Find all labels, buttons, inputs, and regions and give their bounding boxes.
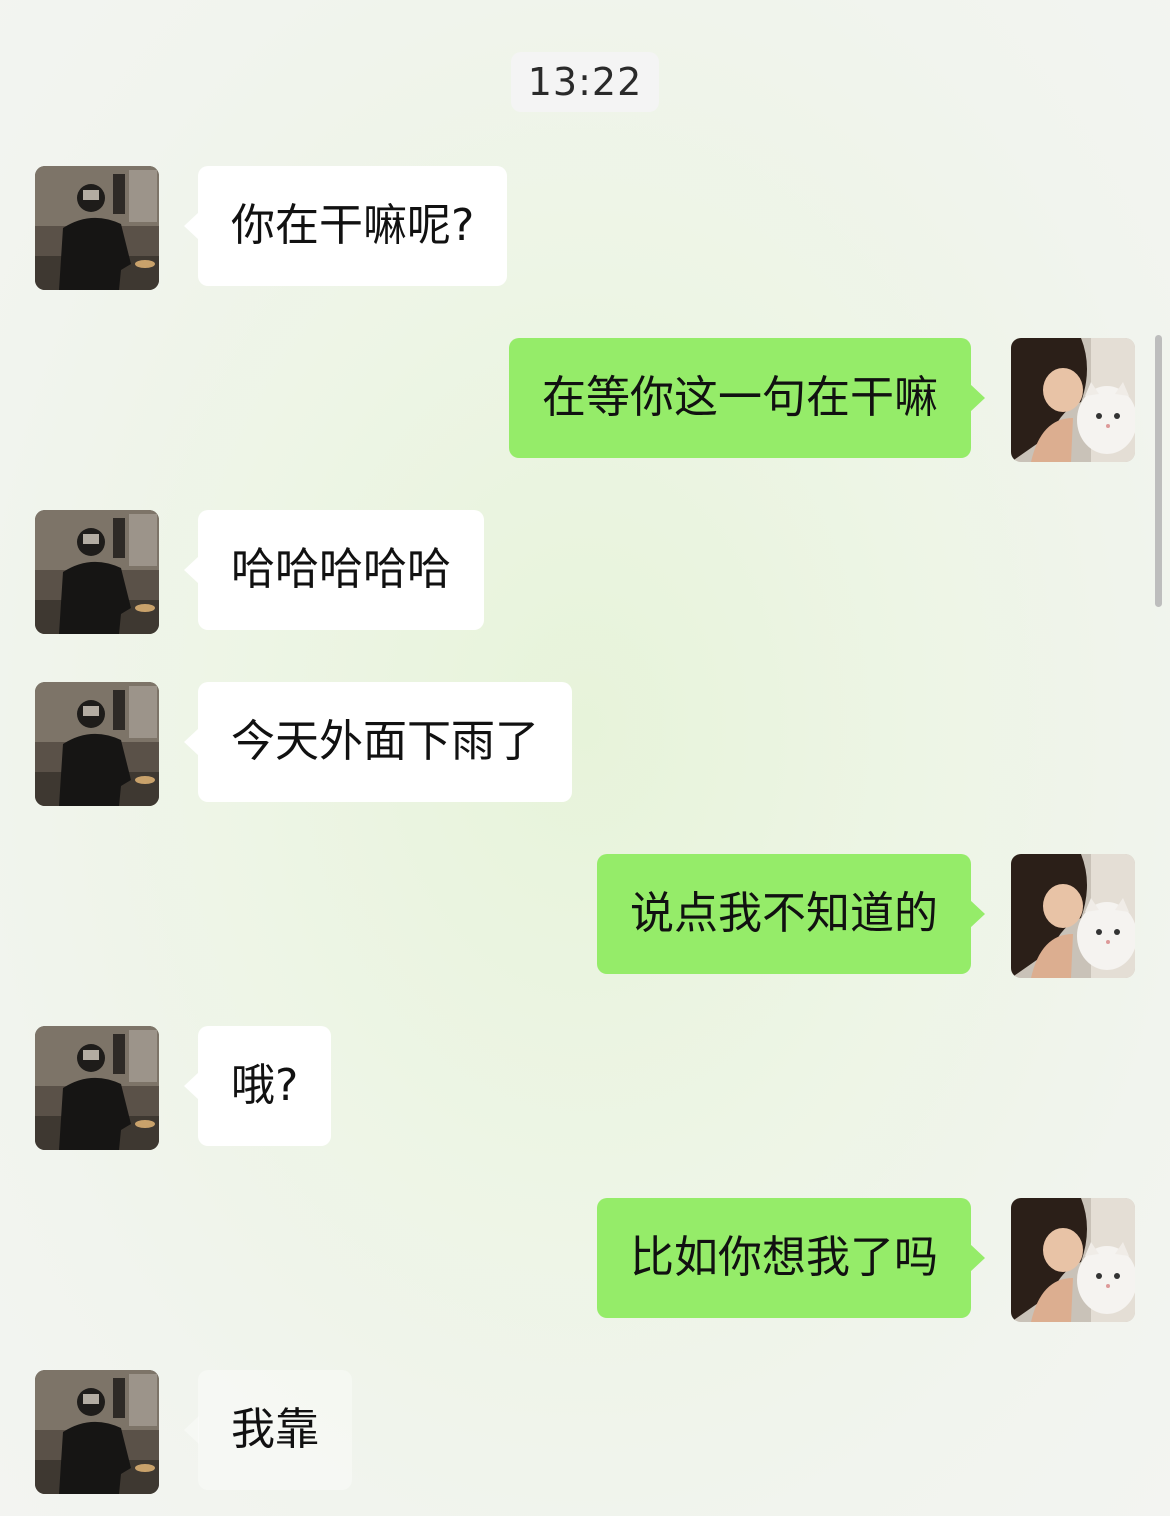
message-bubble-incoming[interactable]: 你在干嘛呢?: [183, 166, 508, 286]
message-bubble-outgoing[interactable]: 在等你这一句在干嘛: [509, 338, 985, 458]
contact-avatar[interactable]: [35, 1026, 159, 1150]
contact-avatar[interactable]: [35, 1370, 159, 1494]
girl-with-cat-photo-avatar-icon: [1011, 854, 1135, 978]
person-photo-avatar-icon: [35, 1370, 159, 1494]
person-photo-avatar-icon: [35, 166, 159, 290]
self-avatar[interactable]: [1011, 854, 1135, 978]
contact-avatar[interactable]: [35, 166, 159, 290]
message-bubble-outgoing[interactable]: 说点我不知道的: [597, 854, 985, 974]
girl-with-cat-photo-avatar-icon: [1011, 338, 1135, 462]
contact-avatar[interactable]: [35, 510, 159, 634]
message-bubble-incoming[interactable]: 哈哈哈哈哈: [184, 510, 484, 630]
message-row-incoming: 今天外面下雨了: [0, 682, 1170, 806]
message-row-outgoing: 说点我不知道的: [0, 854, 1170, 978]
message-timestamp: 13:22: [511, 52, 659, 112]
person-photo-avatar-icon: [35, 510, 159, 634]
message-bubble-outgoing[interactable]: 比如你想我了吗: [597, 1198, 985, 1318]
message-row-incoming: 哦?: [0, 1026, 1170, 1150]
person-photo-avatar-icon: [35, 1026, 159, 1150]
message-bubble-incoming[interactable]: 我靠: [184, 1370, 352, 1490]
self-avatar[interactable]: [1011, 1198, 1135, 1322]
message-bubble-incoming[interactable]: 哦?: [183, 1026, 332, 1146]
contact-avatar[interactable]: [35, 682, 159, 806]
self-avatar[interactable]: [1011, 338, 1135, 462]
girl-with-cat-photo-avatar-icon: [1011, 1198, 1135, 1322]
message-row-outgoing: 在等你这一句在干嘛: [0, 338, 1170, 462]
message-row-incoming: 哈哈哈哈哈: [0, 510, 1170, 634]
message-bubble-incoming[interactable]: 今天外面下雨了: [184, 682, 572, 802]
person-photo-avatar-icon: [35, 682, 159, 806]
message-row-incoming: 你在干嘛呢?: [0, 166, 1170, 290]
message-row-outgoing: 比如你想我了吗: [0, 1198, 1170, 1322]
message-row-incoming: 我靠: [0, 1370, 1170, 1494]
